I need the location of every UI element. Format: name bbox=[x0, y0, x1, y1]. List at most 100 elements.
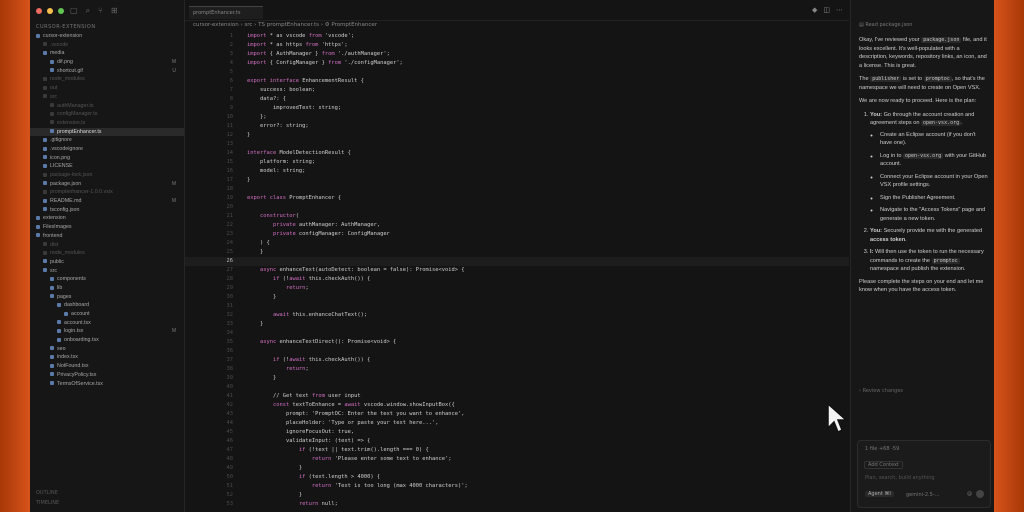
code-line[interactable]: 16 model: string; bbox=[185, 167, 849, 176]
source-control-icon[interactable]: ⑂ bbox=[98, 6, 103, 16]
extensions-icon[interactable]: ⊞ bbox=[111, 6, 118, 16]
review-changes-button[interactable]: › Review changes bbox=[859, 388, 903, 394]
minimize-window-button[interactable] bbox=[47, 8, 53, 14]
tree-item[interactable]: src bbox=[30, 93, 184, 102]
tree-item[interactable]: out bbox=[30, 84, 184, 93]
close-window-button[interactable] bbox=[36, 8, 42, 14]
run-icon[interactable]: ◆ bbox=[812, 6, 817, 14]
tree-item[interactable]: components bbox=[30, 275, 184, 284]
code-area[interactable]: 1 import * as vscode from 'vscode'; 2 impor… bbox=[185, 32, 849, 509]
mention-icon[interactable]: @ bbox=[967, 491, 972, 497]
code-line[interactable]: 44 placeHolder: 'Type or paste your text… bbox=[185, 419, 849, 428]
tree-item[interactable]: .vscodeignore bbox=[30, 145, 184, 154]
code-line[interactable]: 26 bbox=[185, 257, 849, 266]
code-line[interactable]: 48 return 'Please enter some text to enh… bbox=[185, 455, 849, 464]
code-line[interactable]: 1 import * as vscode from 'vscode'; bbox=[185, 32, 849, 41]
tree-item[interactable]: PrivacyPolicy.tsx bbox=[30, 371, 184, 380]
outline-section[interactable]: OUTLINE bbox=[36, 490, 58, 496]
chat-tool-header[interactable]: ▤ Read package.json bbox=[859, 22, 912, 28]
code-line[interactable]: 51 return 'Text is too long (max 4000 ch… bbox=[185, 482, 849, 491]
tree-item[interactable]: frontend bbox=[30, 232, 184, 241]
timeline-section[interactable]: TIMELINE bbox=[36, 500, 59, 506]
tree-item[interactable]: TermsOfService.tsx bbox=[30, 380, 184, 389]
tree-item[interactable]: public bbox=[30, 258, 184, 267]
code-line[interactable]: 22 private authManager: AuthManager, bbox=[185, 221, 849, 230]
tree-item[interactable]: package-lock.json bbox=[30, 171, 184, 180]
code-line[interactable]: 40 bbox=[185, 383, 849, 392]
code-line[interactable]: 32 await this.enhanceChatText(); bbox=[185, 311, 849, 320]
code-line[interactable]: 18 bbox=[185, 185, 849, 194]
model-selector[interactable]: gemini-2.5-... bbox=[906, 492, 939, 498]
code-line[interactable]: 50 if (text.length > 4000) { bbox=[185, 473, 849, 482]
code-line[interactable]: 7 success: boolean; bbox=[185, 86, 849, 95]
code-line[interactable]: 8 data?: { bbox=[185, 95, 849, 104]
tree-item[interactable]: promptenhancer-1.0.0.vsix bbox=[30, 188, 184, 197]
tree-item[interactable]: seo bbox=[30, 345, 184, 354]
tree-item[interactable]: package.json M bbox=[30, 180, 184, 189]
tree-item[interactable]: LICENSE bbox=[30, 162, 184, 171]
code-line[interactable]: 24 ) { bbox=[185, 239, 849, 248]
tree-item[interactable]: account.tsx bbox=[30, 319, 184, 328]
send-button[interactable] bbox=[976, 490, 984, 498]
tree-item[interactable]: FilesImages bbox=[30, 223, 184, 232]
chat-input-placeholder[interactable]: Plan, search, build anything bbox=[865, 475, 935, 481]
chat-input-box[interactable]: 1 file +68 -59 Add Context Plan, search,… bbox=[857, 440, 991, 508]
code-line[interactable]: 35 async enhanceTextDirect(): Promise<vo… bbox=[185, 338, 849, 347]
code-line[interactable]: 12} bbox=[185, 131, 849, 140]
code-line[interactable]: 14 interface ModelDetectionResult { bbox=[185, 149, 849, 158]
tree-item[interactable]: onboarding.tsx bbox=[30, 336, 184, 345]
code-line[interactable]: 3 import { AuthManager } from './authMana… bbox=[185, 50, 849, 59]
more-icon[interactable]: ⋯ bbox=[836, 6, 843, 14]
search-icon[interactable]: ⌕ bbox=[86, 6, 90, 16]
tree-item[interactable]: lib bbox=[30, 284, 184, 293]
code-line[interactable]: 25 } bbox=[185, 248, 849, 257]
code-line[interactable]: 6 export interface EnhancementResult { bbox=[185, 77, 849, 86]
code-line[interactable]: 17} bbox=[185, 176, 849, 185]
tree-item[interactable]: pages bbox=[30, 293, 184, 302]
code-line[interactable]: 4 import { ConfigManager } from './config… bbox=[185, 59, 849, 68]
changed-files-summary[interactable]: 1 file +68 -59 bbox=[865, 446, 899, 452]
code-line[interactable]: 30 } bbox=[185, 293, 849, 302]
code-line[interactable]: 42 const textToEnhance = await vscode.wi… bbox=[185, 401, 849, 410]
code-line[interactable]: 9 improvedText: string; bbox=[185, 104, 849, 113]
split-editor-icon[interactable]: ◫ bbox=[823, 6, 830, 14]
code-line[interactable]: 52 } bbox=[185, 491, 849, 500]
code-line[interactable]: 11 error?: string; bbox=[185, 122, 849, 131]
tree-item[interactable]: authManager.ts bbox=[30, 102, 184, 111]
tree-item[interactable]: src bbox=[30, 267, 184, 276]
tree-item[interactable]: index.tsx bbox=[30, 353, 184, 362]
tree-item[interactable]: media bbox=[30, 49, 184, 58]
tree-item[interactable]: configManager.ts bbox=[30, 110, 184, 119]
tree-item[interactable]: node_modules bbox=[30, 249, 184, 258]
tree-item[interactable]: icon.png bbox=[30, 154, 184, 163]
tree-item[interactable]: dashboard bbox=[30, 301, 184, 310]
code-line[interactable]: 33 } bbox=[185, 320, 849, 329]
tree-item[interactable]: shortcut.gif U bbox=[30, 67, 184, 76]
agent-mode-dropdown[interactable]: Agent ⌘I bbox=[865, 491, 894, 497]
code-line[interactable]: 5 bbox=[185, 68, 849, 77]
files-icon[interactable]: ▢ bbox=[70, 6, 78, 16]
code-line[interactable]: 45 ignoreFocusOut: true, bbox=[185, 428, 849, 437]
tree-item[interactable]: .vscode bbox=[30, 41, 184, 50]
tree-item[interactable]: NotFound.tsx bbox=[30, 362, 184, 371]
code-line[interactable]: 28 if (!await this.checkAuth()) { bbox=[185, 275, 849, 284]
tree-item[interactable]: .gitignore bbox=[30, 136, 184, 145]
tree-item[interactable]: promptEnhancer.ts bbox=[30, 127, 184, 137]
code-line[interactable]: 2 import * as https from 'https'; bbox=[185, 41, 849, 50]
code-line[interactable]: 38 return; bbox=[185, 365, 849, 374]
code-line[interactable]: 15 platform: string; bbox=[185, 158, 849, 167]
code-line[interactable]: 43 prompt: 'PromptOC: Enter the text you… bbox=[185, 410, 849, 419]
add-context-button[interactable]: Add Context bbox=[864, 461, 903, 469]
tree-item[interactable]: node_modules bbox=[30, 75, 184, 84]
code-line[interactable]: 10 }; bbox=[185, 113, 849, 122]
breadcrumb[interactable]: cursor-extension › src › TS promptEnhanc… bbox=[193, 22, 377, 28]
tab-promptenhancer[interactable]: promptEnhancer.ts bbox=[189, 6, 263, 19]
code-line[interactable]: 31 bbox=[185, 302, 849, 311]
tree-item[interactable]: README.md M bbox=[30, 197, 184, 206]
maximize-window-button[interactable] bbox=[58, 8, 64, 14]
tree-item[interactable]: extension.ts bbox=[30, 119, 184, 128]
code-line[interactable]: 46 validateInput: (text) => { bbox=[185, 437, 849, 446]
code-line[interactable]: 39 } bbox=[185, 374, 849, 383]
code-line[interactable]: 13 bbox=[185, 140, 849, 149]
code-line[interactable]: 49 } bbox=[185, 464, 849, 473]
